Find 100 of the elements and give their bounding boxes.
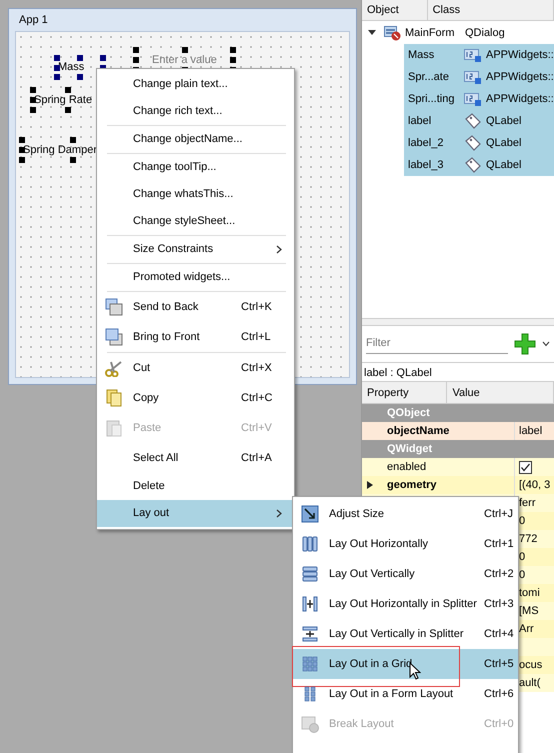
- tree-item[interactable]: Spri...ting: [404, 88, 460, 110]
- selection-handle[interactable]: [182, 47, 188, 53]
- spinbox-icon: [464, 69, 482, 85]
- spinbox-icon: [464, 47, 482, 63]
- group-header: QObject: [386, 406, 430, 421]
- selection-handle[interactable]: [30, 87, 36, 93]
- grid-icon: [301, 655, 319, 673]
- property-value: label: [519, 425, 542, 437]
- menu-item[interactable]: Change rich text...: [97, 98, 294, 125]
- column-header[interactable]: Property: [362, 382, 448, 403]
- property-value: 0: [519, 569, 526, 581]
- menu-item[interactable]: Lay out: [97, 500, 294, 527]
- menu-item[interactable]: Select All Ctrl+A: [97, 443, 294, 473]
- menu-item[interactable]: Copy Ctrl+C: [97, 383, 294, 413]
- menu-item[interactable]: Bring to Front Ctrl+L: [97, 322, 294, 352]
- splitter-icon: [301, 595, 319, 613]
- property-value: ferr: [519, 497, 536, 509]
- splitter-handle[interactable]: [362, 318, 554, 326]
- documents-icon: [105, 389, 123, 407]
- selection-handle[interactable]: [30, 107, 36, 113]
- menu-item[interactable]: Delete: [97, 473, 294, 500]
- rows-icon: [301, 565, 319, 583]
- class-name: QDialog: [464, 26, 505, 41]
- plus-icon: [514, 333, 536, 355]
- selection-handle[interactable]: [133, 57, 139, 63]
- property-value: [MS: [519, 605, 539, 617]
- filter-field[interactable]: Filter: [366, 334, 508, 354]
- selection-handle[interactable]: [54, 55, 60, 61]
- class-name: QLabel: [486, 158, 522, 173]
- selection-handle[interactable]: [100, 55, 106, 61]
- menu-item[interactable]: Promoted widgets...: [97, 264, 294, 291]
- dropdown-caret-icon: [542, 341, 550, 347]
- menu-item[interactable]: Adjust Size Ctrl+J: [293, 499, 518, 529]
- menu-item[interactable]: Send to Back Ctrl+K: [97, 292, 294, 322]
- property-value: 772: [519, 533, 538, 545]
- column-header[interactable]: Value: [447, 382, 554, 403]
- selection-handle[interactable]: [77, 55, 83, 61]
- property-row[interactable]: geometry [(40, 3: [362, 476, 554, 494]
- menu-item[interactable]: Lay Out Horizontally Ctrl+1: [293, 529, 518, 559]
- property-row[interactable]: enabled: [362, 458, 554, 476]
- tree-item[interactable]: MainForm: [405, 24, 455, 42]
- property-value: 0: [519, 515, 526, 527]
- property-row[interactable]: objectName label: [362, 422, 554, 440]
- selection-handle[interactable]: [54, 74, 60, 80]
- clipboard-icon: [105, 419, 123, 437]
- class-name: QLabel: [486, 114, 522, 129]
- selection-handle[interactable]: [65, 107, 71, 113]
- tree-item[interactable]: label_3: [404, 154, 460, 176]
- class-name: QLabel: [486, 136, 522, 151]
- menu-item[interactable]: Change toolTip...: [97, 154, 294, 181]
- menu-item[interactable]: Change whatsThis...: [97, 181, 294, 208]
- tag-icon: [464, 135, 482, 151]
- spinbox-icon: [464, 91, 482, 107]
- tag-icon: [464, 113, 482, 129]
- menu-item[interactable]: Size Constraints: [97, 236, 294, 263]
- property-value: ocus: [519, 659, 542, 671]
- tree-item[interactable]: Spr...ate: [404, 66, 460, 88]
- tag-icon: [464, 157, 482, 173]
- splitter-icon: [301, 625, 319, 643]
- class-name: APPWidgets::: [486, 48, 554, 63]
- selection-handle[interactable]: [230, 57, 236, 63]
- column-header[interactable]: Object: [362, 0, 428, 20]
- group-header: QWidget: [386, 442, 432, 457]
- scissors-icon: [105, 359, 123, 377]
- input-field[interactable]: Enter a value: [136, 50, 233, 70]
- dialog-icon: [384, 25, 401, 41]
- selection-handle[interactable]: [65, 87, 71, 93]
- menu-item[interactable]: Lay Out Vertically Ctrl+2: [293, 559, 518, 589]
- layers-icon: [105, 328, 123, 346]
- selection-handle[interactable]: [133, 47, 139, 53]
- columns-icon: [301, 535, 319, 553]
- property-value: 0: [519, 551, 526, 563]
- menu-item[interactable]: Lay Out Horizontally in Splitter Ctrl+3: [293, 589, 518, 619]
- resize-icon: [301, 505, 319, 523]
- menu-item[interactable]: Cut Ctrl+X: [97, 353, 294, 383]
- menu-item[interactable]: Change plain text...: [97, 71, 294, 98]
- menu-item[interactable]: Lay Out Vertically in Splitter Ctrl+4: [293, 619, 518, 649]
- menu-item[interactable]: Change styleSheet...: [97, 208, 294, 235]
- tree-item[interactable]: label: [404, 110, 460, 132]
- property-value: tomi: [519, 587, 540, 599]
- selection-handle[interactable]: [19, 157, 25, 163]
- break-layout-icon: [301, 715, 319, 733]
- property-value: ault(: [519, 677, 540, 689]
- menu-item[interactable]: Change objectName...: [97, 126, 294, 153]
- selection-handle[interactable]: [70, 137, 76, 143]
- tree-item[interactable]: label_2: [404, 132, 460, 154]
- object-label: label : QLabel: [362, 362, 554, 382]
- window-title: App 1: [18, 13, 49, 28]
- selection-handle[interactable]: [230, 47, 236, 53]
- property-value: [(40, 3: [519, 479, 550, 491]
- selection-handle[interactable]: [77, 74, 83, 80]
- selection-handle[interactable]: [19, 137, 25, 143]
- class-name: APPWidgets::: [486, 70, 554, 85]
- layers-icon: [105, 298, 123, 316]
- property-value: Arr: [519, 623, 534, 635]
- menu-item[interactable]: Lay Out in a Form Layout Ctrl+6: [293, 679, 518, 709]
- column-header[interactable]: Class: [428, 0, 554, 20]
- class-name: APPWidgets::: [486, 92, 554, 107]
- tree-item[interactable]: Mass: [404, 44, 460, 66]
- selection-handle[interactable]: [70, 157, 76, 163]
